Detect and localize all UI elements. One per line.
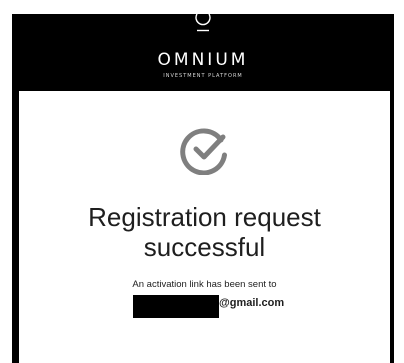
title-line-1: Registration request <box>88 202 321 232</box>
redacted-email-user <box>133 295 219 318</box>
check-circle-icon <box>180 128 227 175</box>
brand-tagline: INVESTMENT PLATFORM <box>163 73 243 79</box>
brand-name: OMNIUM <box>157 50 249 70</box>
page-frame: OMNIUM INVESTMENT PLATFORM Registration … <box>12 14 394 363</box>
brand-logo-icon <box>195 14 211 32</box>
email-domain: @gmail.com <box>219 297 285 309</box>
confirmation-card: Registration request successful An activ… <box>19 91 390 363</box>
header-bar: OMNIUM INVESTMENT PLATFORM <box>12 14 394 91</box>
email-address: @gmail.com <box>133 295 284 319</box>
page-title: Registration request successful <box>19 202 390 262</box>
title-line-2: successful <box>143 232 266 262</box>
activation-message: An activation link has been sent to <box>132 279 277 290</box>
